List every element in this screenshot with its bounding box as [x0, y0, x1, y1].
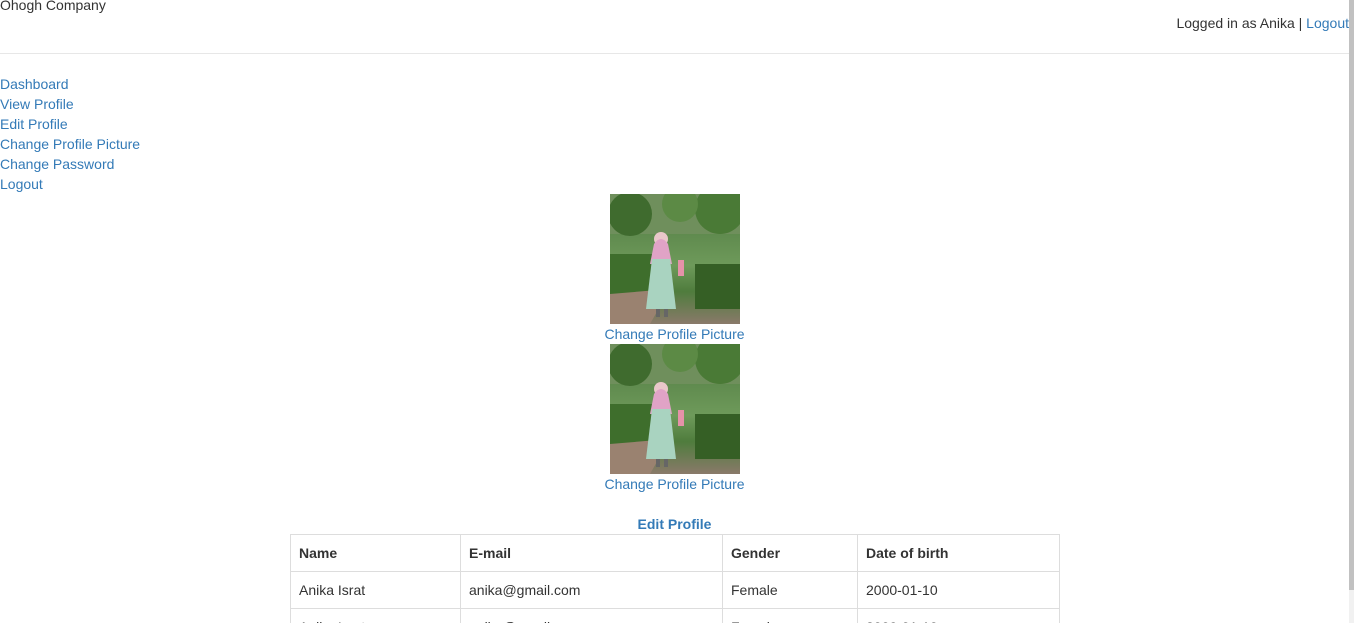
profile-table: Name E-mail Gender Date of birth Anika I…	[290, 534, 1060, 623]
change-profile-picture-link[interactable]: Change Profile Picture	[0, 324, 1349, 344]
sidebar-item-dashboard[interactable]: Dashboard	[0, 74, 140, 94]
cell-email: anika@gmail.com	[460, 571, 723, 609]
logged-in-text: Logged in as Anika |	[1176, 15, 1303, 31]
page: Ohogh Company Logged in as Anika | Logou…	[0, 0, 1354, 623]
edit-profile-link[interactable]: Edit Profile	[0, 514, 1349, 534]
sidebar-item-logout[interactable]: Logout	[0, 174, 140, 194]
cell-gender: Female	[722, 608, 858, 623]
cell-gender: Female	[722, 571, 858, 609]
column-header-gender: Gender	[722, 534, 858, 572]
user-bar: Logged in as Anika | Logout	[1176, 13, 1349, 33]
cell-name: Anika Israt	[290, 571, 461, 609]
sidebar-nav: Dashboard View Profile Edit Profile Chan…	[0, 74, 140, 194]
cell-date-of-birth: 2000-01-10	[857, 571, 1060, 609]
header-logout-link[interactable]: Logout	[1306, 15, 1349, 31]
table-header-row: Name E-mail Gender Date of birth	[290, 534, 1060, 572]
brand-name: Ohogh Company	[0, 0, 106, 13]
cell-email: anika@gmail.com	[460, 608, 723, 623]
change-profile-picture-link[interactable]: Change Profile Picture	[0, 474, 1349, 494]
column-header-date-of-birth: Date of birth	[857, 534, 1060, 572]
scrollbar-thumb[interactable]	[1349, 0, 1354, 590]
vertical-scrollbar[interactable]	[1349, 0, 1354, 623]
cell-date-of-birth: 2000-01-10	[857, 608, 1060, 623]
profile-picture-block: Change Profile Picture	[0, 194, 1349, 344]
sidebar-item-view-profile[interactable]: View Profile	[0, 94, 140, 114]
sidebar-item-change-password[interactable]: Change Password	[0, 154, 140, 174]
cell-name: Anika Israt	[290, 608, 461, 623]
sidebar-item-change-profile-picture[interactable]: Change Profile Picture	[0, 134, 140, 154]
profile-photo	[609, 344, 740, 474]
profile-picture-block: Change Profile Picture	[0, 344, 1349, 494]
column-header-name: Name	[290, 534, 461, 572]
column-header-email: E-mail	[460, 534, 723, 572]
table-row: Anika Israt anika@gmail.com Female 2000-…	[290, 571, 1060, 609]
sidebar-item-edit-profile[interactable]: Edit Profile	[0, 114, 140, 134]
table-row: Anika Israt anika@gmail.com Female 2000-…	[290, 608, 1060, 623]
profile-photo	[609, 194, 740, 324]
header-divider	[0, 53, 1354, 54]
